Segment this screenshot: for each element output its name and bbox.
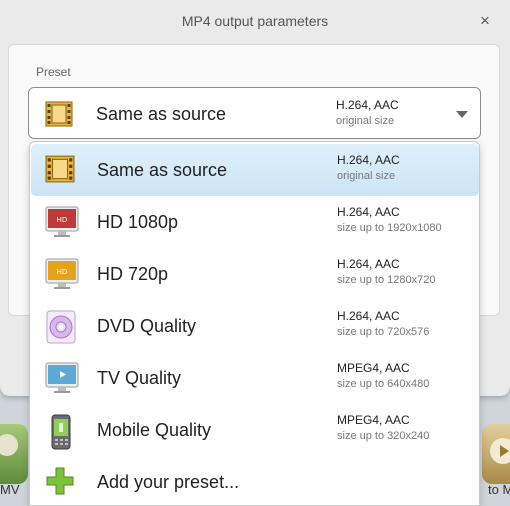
option-label: HD 1080p: [97, 212, 179, 232]
close-button[interactable]: ×: [476, 11, 494, 31]
hd-monitor-red-icon: HD: [45, 206, 79, 243]
option-codec: MPEG4, AAC: [337, 361, 410, 375]
background-thumbnail-right[interactable]: [482, 424, 510, 484]
option-size: size up to 720x576: [337, 326, 430, 338]
option-size: original size: [337, 170, 396, 182]
background-thumbnail-left[interactable]: [0, 424, 28, 484]
preset-option-tv-quality[interactable]: TV Quality MPEG4, AAC size up to 640x480: [31, 352, 479, 404]
preset-select[interactable]: Same as source H.264, AAC original size: [28, 87, 481, 139]
preset-option-hd-1080p[interactable]: HD HD 1080p H.264, AAC size up to 1920x1…: [31, 196, 479, 248]
film-icon: [45, 100, 73, 133]
preset-option-dvd-quality[interactable]: DVD Quality H.264, AAC size up to 720x57…: [31, 300, 479, 352]
option-codec: MPEG4, AAC: [337, 413, 410, 427]
option-size: size up to 640x480: [337, 378, 430, 390]
option-label: Add your preset...: [97, 472, 240, 492]
preset-dropdown-list: Same as source H.264, AAC original size …: [29, 141, 480, 506]
dialog-title: MP4 output parameters: [181, 13, 329, 29]
preset-option-hd-720p[interactable]: HD HD 720p H.264, AAC size up to 1280x72…: [31, 248, 479, 300]
hd-monitor-yellow-icon: HD: [45, 258, 79, 295]
preset-option-mobile-quality[interactable]: Mobile Quality MPEG4, AAC size up to 320…: [31, 404, 479, 456]
preset-select-codec: H.264, AAC: [336, 98, 399, 112]
option-label: DVD Quality: [97, 316, 197, 336]
option-size: size up to 320x240: [337, 430, 430, 442]
preset-select-value: Same as source: [96, 104, 227, 124]
option-codec: H.264, AAC: [337, 257, 400, 271]
dvd-disc-icon: [45, 310, 77, 349]
option-codec: H.264, AAC: [337, 309, 400, 323]
hd-badge: HD: [57, 216, 68, 224]
preset-select-size: original size: [336, 115, 395, 127]
mobile-phone-icon: [45, 414, 77, 455]
background-label-right: to M: [488, 482, 510, 497]
option-codec: H.264, AAC: [337, 153, 400, 167]
chevron-down-icon[interactable]: [456, 111, 468, 118]
option-label: HD 720p: [97, 264, 169, 284]
hd-badge: HD: [57, 268, 68, 276]
option-size: size up to 1920x1080: [337, 222, 442, 234]
option-label: Mobile Quality: [97, 420, 212, 440]
add-preset-option[interactable]: Add your preset...: [31, 456, 479, 506]
plus-icon: [45, 466, 75, 501]
option-label: Same as source: [97, 160, 228, 180]
play-icon: [490, 438, 510, 464]
preset-label: Preset: [36, 65, 71, 79]
background-label-left: MV: [0, 482, 20, 497]
film-icon: [45, 154, 75, 189]
option-label: TV Quality: [97, 368, 182, 388]
option-codec: H.264, AAC: [337, 205, 400, 219]
tv-icon: [45, 362, 79, 399]
preset-option-same-as-source[interactable]: Same as source H.264, AAC original size: [31, 144, 479, 196]
option-size: size up to 1280x720: [337, 274, 436, 286]
